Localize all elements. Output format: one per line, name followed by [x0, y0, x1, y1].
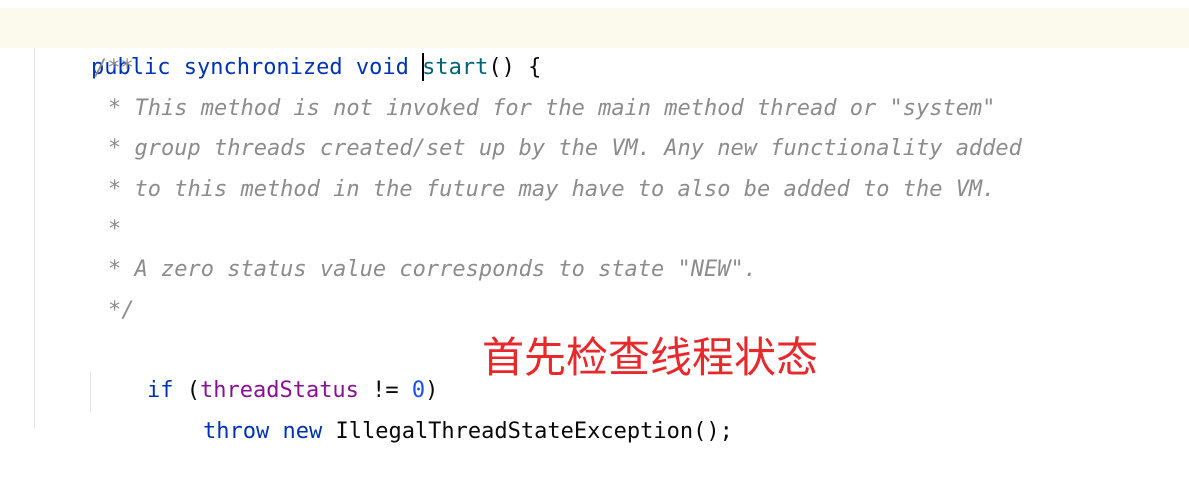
code-line-method-signature[interactable]: public synchronized void start() {	[38, 8, 541, 81]
indent-guide-inner	[90, 372, 91, 412]
indent-guide-outer	[34, 48, 35, 428]
annotation-text: 首先检查线程状态	[482, 333, 819, 382]
code-editor[interactable]: public synchronized void start() { /** *…	[0, 0, 1189, 444]
doc-comment-line-1: * This method is not invoked for the mai…	[108, 96, 996, 121]
keyword-synchronized: synchronized	[183, 55, 343, 80]
text-cursor	[422, 53, 425, 81]
keyword-new: new	[282, 419, 323, 444]
doc-comment-line-2: * group threads created/set up by the VM…	[108, 136, 1022, 161]
doc-comment-line-4: *	[108, 217, 122, 242]
method-name: start	[422, 55, 489, 80]
doc-comment-line-3: * to this method in the future may have …	[108, 177, 996, 202]
doc-comment-open: /**	[94, 56, 134, 81]
code-line-if[interactable]: if (threadStatus != 0)	[94, 331, 438, 403]
keyword-void: void	[355, 55, 409, 80]
exception-constructor: IllegalThreadStateException();	[335, 419, 733, 444]
doc-comment-close: */	[108, 298, 135, 323]
doc-comment-line-5: * A zero status value corresponds to sta…	[108, 257, 758, 282]
keyword-throw: throw	[202, 419, 270, 444]
method-parens-brace: () {	[488, 55, 542, 80]
